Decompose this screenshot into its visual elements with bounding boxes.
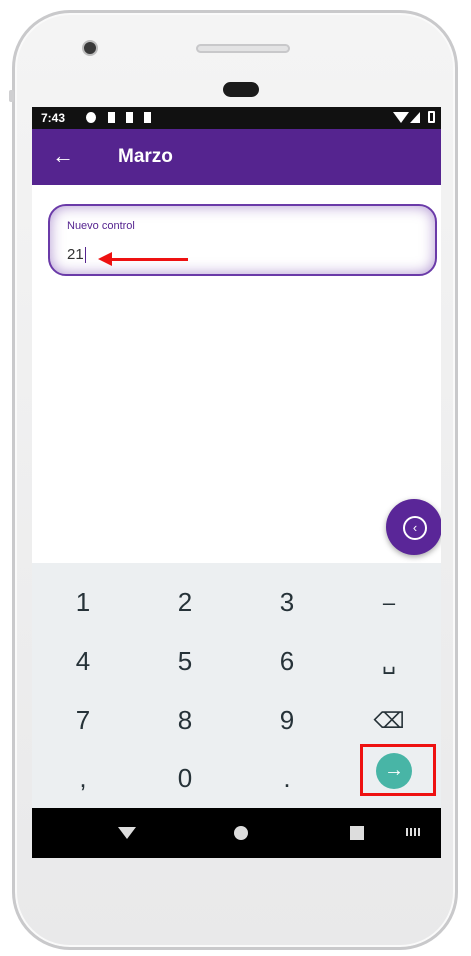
key-space[interactable]: ␣: [338, 632, 440, 691]
earpiece-speaker: [196, 44, 290, 53]
annotation-highlight-box: [360, 744, 436, 796]
proximity-sensor: [223, 82, 259, 97]
page-title: Marzo: [118, 146, 173, 167]
settings-icon: [86, 112, 96, 123]
notification-icon: [126, 112, 133, 123]
key-3[interactable]: 3: [236, 573, 338, 632]
key-9[interactable]: 9: [236, 691, 338, 750]
fab-button[interactable]: ‹: [386, 499, 441, 555]
annotation-arrow: [104, 258, 188, 261]
nav-back-icon[interactable]: [118, 827, 136, 839]
key-7[interactable]: 7: [32, 691, 134, 750]
text-cursor: [84, 247, 86, 264]
key-6[interactable]: 6: [236, 632, 338, 691]
notification-icon: [108, 112, 115, 123]
key-period[interactable]: .: [236, 749, 338, 808]
wifi-icon: [393, 112, 409, 123]
annotation-arrow-head: [98, 252, 112, 266]
front-camera: [82, 40, 98, 56]
battery-icon: [428, 111, 435, 123]
key-comma[interactable]: ,: [32, 749, 134, 808]
key-minus[interactable]: –: [338, 573, 440, 632]
chevron-left-icon: ‹: [403, 516, 427, 540]
keyboard-switch-icon[interactable]: [406, 828, 422, 836]
side-button: [9, 90, 14, 102]
back-arrow-icon[interactable]: ←: [52, 144, 74, 168]
key-0[interactable]: 0: [134, 749, 236, 808]
nav-recents-icon[interactable]: [350, 826, 364, 840]
key-2[interactable]: 2: [134, 573, 236, 632]
nav-home-icon[interactable]: [234, 826, 248, 840]
key-5[interactable]: 5: [134, 632, 236, 691]
input-value[interactable]: 21: [67, 246, 86, 264]
backspace-key[interactable]: ⌫: [338, 691, 440, 750]
input-label: Nuevo control: [67, 220, 135, 232]
key-4[interactable]: 4: [32, 632, 134, 691]
device-screen: 7:43 ← Marzo Nuevo control 21 ‹ 1 2 3 – …: [32, 107, 441, 858]
status-bar: 7:43: [32, 107, 441, 129]
key-8[interactable]: 8: [134, 691, 236, 750]
app-bar: ← Marzo: [32, 129, 441, 185]
navigation-bar: [32, 808, 441, 858]
key-1[interactable]: 1: [32, 573, 134, 632]
status-time: 7:43: [41, 111, 66, 125]
sd-card-icon: [144, 112, 151, 123]
signal-icon: [410, 112, 420, 123]
